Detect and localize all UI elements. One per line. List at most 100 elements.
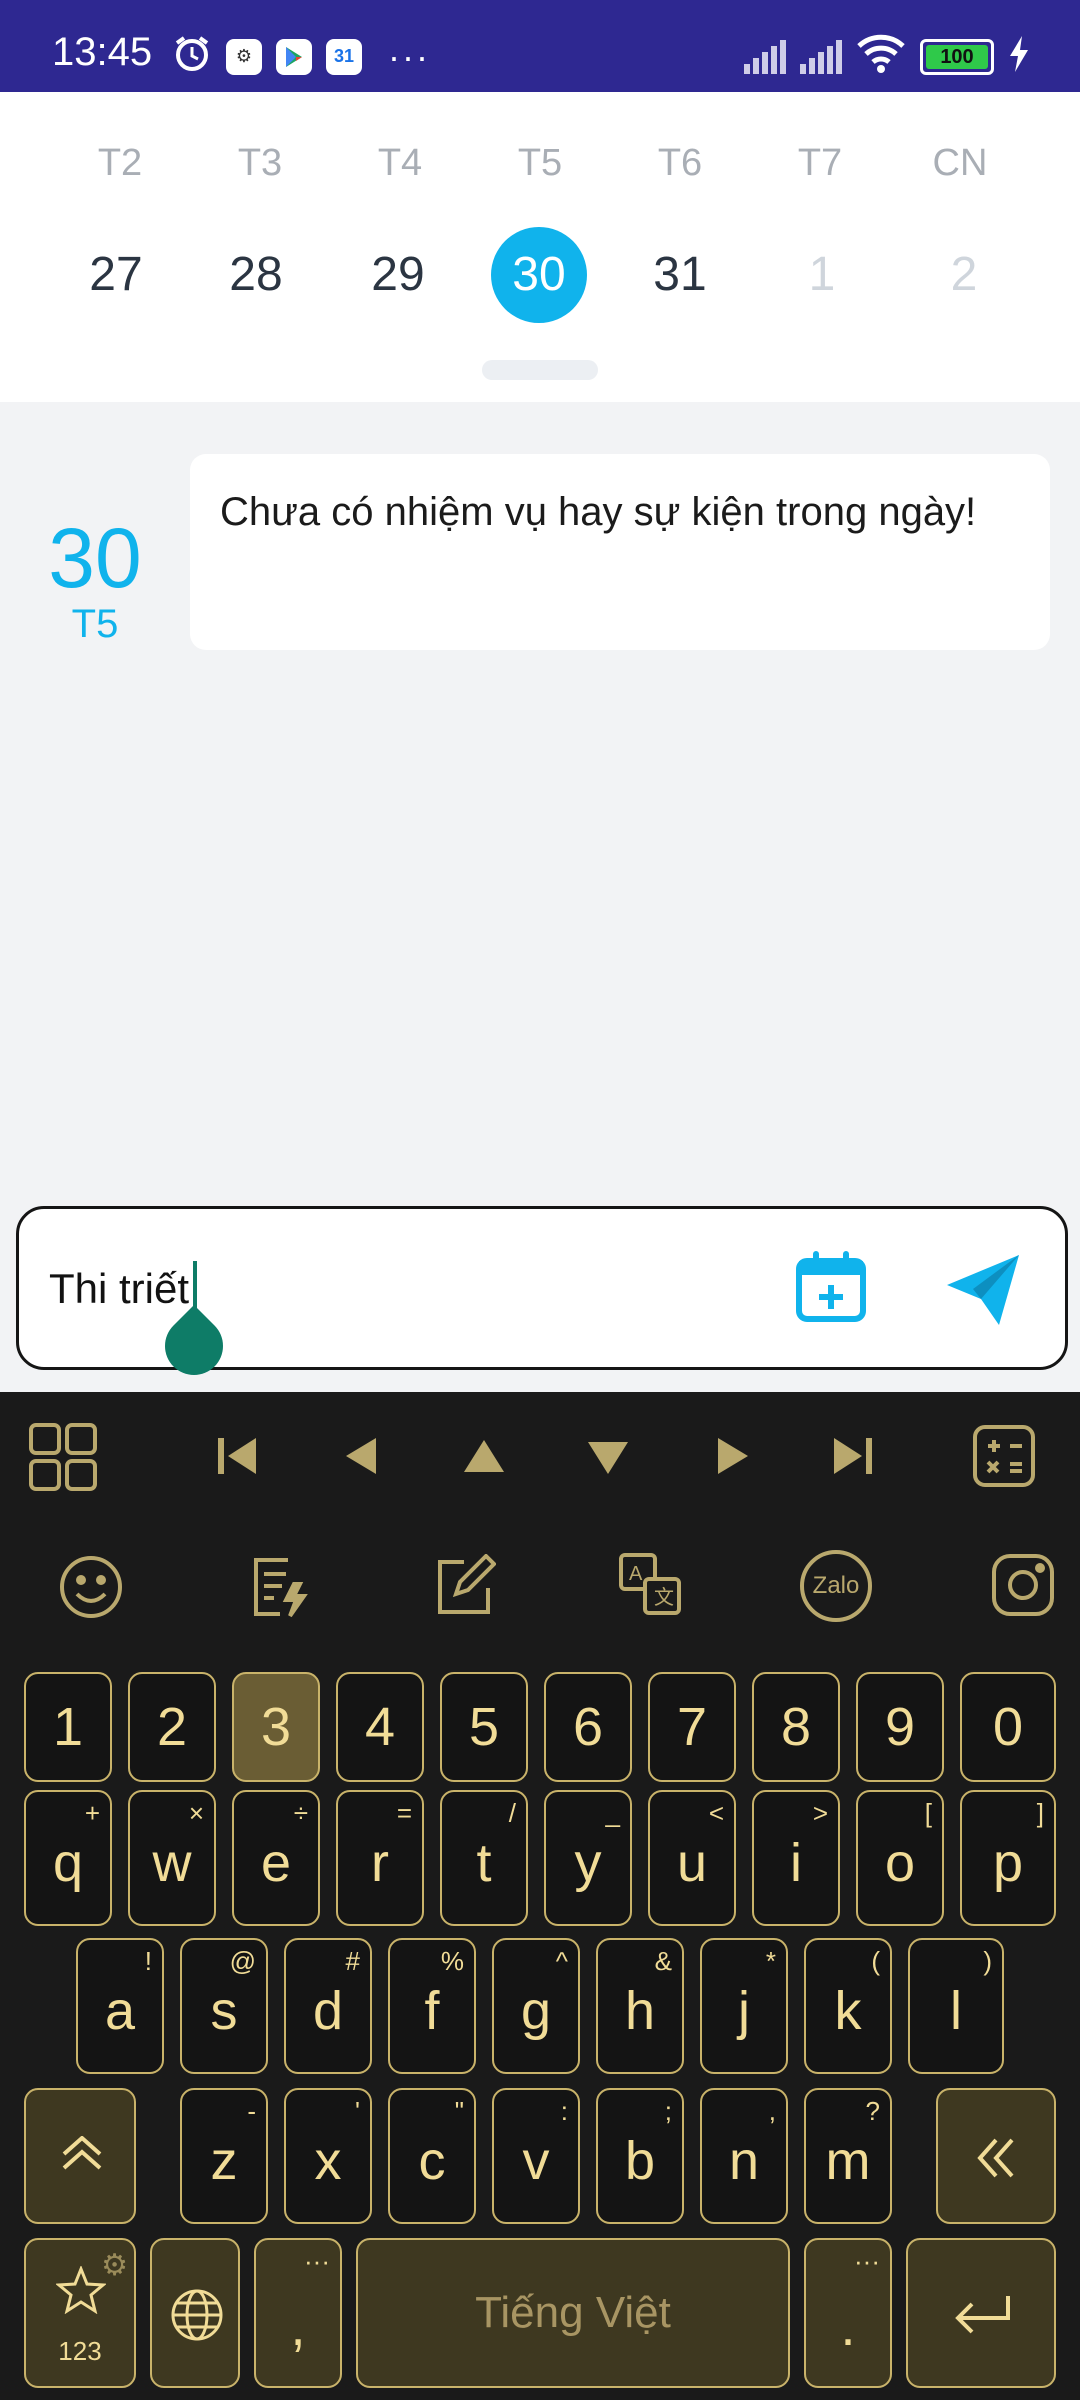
key-alt-label: ^ [555,1946,568,1976]
weekday-label: T5 [517,142,563,184]
play-store-icon [276,38,312,75]
key-f[interactable]: % f [388,1938,476,2074]
keyboard: A文 Zalo 1 2 3 4 5 6 7 8 9 0 + q × w ÷ e = r … [0,1392,1080,2400]
date-cell[interactable]: 2 [904,227,1024,323]
key-label: 2 [156,1697,188,1757]
key-1[interactable]: 1 [24,1672,112,1782]
cursor-left-icon[interactable] [340,1434,380,1483]
key-5[interactable]: 5 [440,1672,528,1782]
cursor-right-icon[interactable] [714,1434,754,1483]
symbols-key[interactable]: ⚙ 123 [24,2238,136,2388]
key-alt-label: ] [1036,1798,1044,1828]
date-cell[interactable]: 1 [762,227,882,323]
day-weekday: T5 [71,602,119,646]
edit-note-icon[interactable] [434,1553,497,1621]
key-j[interactable]: * j [700,1938,788,2074]
key-label: g [520,1981,552,2041]
key-alt-label: + [84,1798,100,1828]
key-alt-label: ) [983,1946,992,1976]
quick-text-icon[interactable] [248,1554,310,1625]
wifi-icon [856,34,906,79]
key-b[interactable]: ; b [596,2088,684,2224]
drag-handle[interactable] [482,360,598,380]
key-alt-label: ! [144,1946,152,1976]
task-input[interactable]: Thi triết [16,1206,1068,1388]
key-4[interactable]: 4 [336,1672,424,1782]
key-c[interactable]: " c [388,2088,476,2224]
comma-key[interactable]: ··· , [254,2238,342,2388]
key-w[interactable]: × w [128,1790,216,1926]
key-h[interactable]: & h [596,1938,684,2074]
key-label: e [260,1833,292,1893]
translate-icon[interactable]: A文 [618,1552,682,1621]
enter-key[interactable] [906,2238,1056,2388]
key-z[interactable]: -z [180,2088,268,2224]
emoji-icon[interactable] [58,1554,124,1625]
signal-icon-1 [744,39,786,74]
date-cell[interactable]: 31 [620,227,740,323]
key-s[interactable]: @ s [180,1938,268,2074]
calculator-icon[interactable] [972,1424,1036,1493]
cursor-up-icon[interactable] [462,1436,506,1481]
key-k[interactable]: (k [804,1938,892,2074]
key-l[interactable]: ) l [908,1938,1004,2074]
cursor-start-icon[interactable] [216,1434,260,1483]
key-d[interactable]: # d [284,1938,372,2074]
key-alt-label: # [345,1946,360,1976]
cursor-end-icon[interactable] [830,1434,874,1483]
key-label: 9 [884,1697,916,1757]
key-7[interactable]: 7 [648,1672,736,1782]
period-key[interactable]: ··· . [804,2238,892,2388]
key-r[interactable]: = r [336,1790,424,1926]
backspace-key[interactable] [936,2088,1056,2224]
space-key[interactable]: Tiếng Việt [356,2238,790,2388]
key-label: m [825,2131,871,2191]
key-a[interactable]: ! a [76,1938,164,2074]
charging-icon [1008,36,1030,77]
key-6[interactable]: 6 [544,1672,632,1782]
key-x[interactable]: ' x [284,2088,372,2224]
key-label: q [52,1833,84,1893]
date-cell[interactable]: 28 [196,227,316,323]
key-n[interactable]: ,n [700,2088,788,2224]
key-u[interactable]: < u [648,1790,736,1926]
key-label: z [210,2131,238,2191]
date-cell[interactable]: 27 [56,227,176,323]
key-v[interactable]: :v [492,2088,580,2224]
add-date-button[interactable] [793,1249,869,1325]
key-i[interactable]: > i [752,1790,840,1926]
battery-icon: 100 [920,38,994,75]
key-9[interactable]: 9 [856,1672,944,1782]
key-0[interactable]: 0 [960,1672,1056,1782]
backspace-icon [976,2136,1016,2185]
key-3[interactable]: 3 [232,1672,320,1782]
date-cell-selected[interactable]: 30 [491,227,587,323]
key-label: l [950,1981,962,2041]
key-e[interactable]: ÷ e [232,1790,320,1926]
key-label: b [624,2131,656,2191]
key-label: 3 [260,1697,292,1757]
zalo-icon[interactable]: Zalo [800,1550,872,1622]
date-cell[interactable]: 29 [338,227,458,323]
key-8[interactable]: 8 [752,1672,840,1782]
key-alt-label: - [247,2096,256,2126]
key-alt-label: @ [229,1946,256,1976]
key-label: h [624,1981,656,2041]
key-y[interactable]: _ y [544,1790,632,1926]
key-2[interactable]: 2 [128,1672,216,1782]
key-m[interactable]: ? m [804,2088,892,2224]
cursor-down-icon[interactable] [586,1438,630,1483]
key-q[interactable]: + q [24,1790,112,1926]
task-input-value[interactable]: Thi triết [49,1265,189,1313]
language-key[interactable] [150,2238,240,2388]
key-alt-label: [ [924,1798,932,1828]
shift-key[interactable] [24,2088,136,2224]
instagram-icon[interactable] [990,1552,1056,1623]
key-p[interactable]: ] p [960,1790,1056,1926]
grid-menu-icon[interactable] [28,1422,98,1497]
key-t[interactable]: / t [440,1790,528,1926]
key-o[interactable]: [o [856,1790,944,1926]
send-button[interactable] [943,1249,1025,1331]
caret-handle[interactable] [152,1304,236,1388]
key-g[interactable]: ^ g [492,1938,580,2074]
